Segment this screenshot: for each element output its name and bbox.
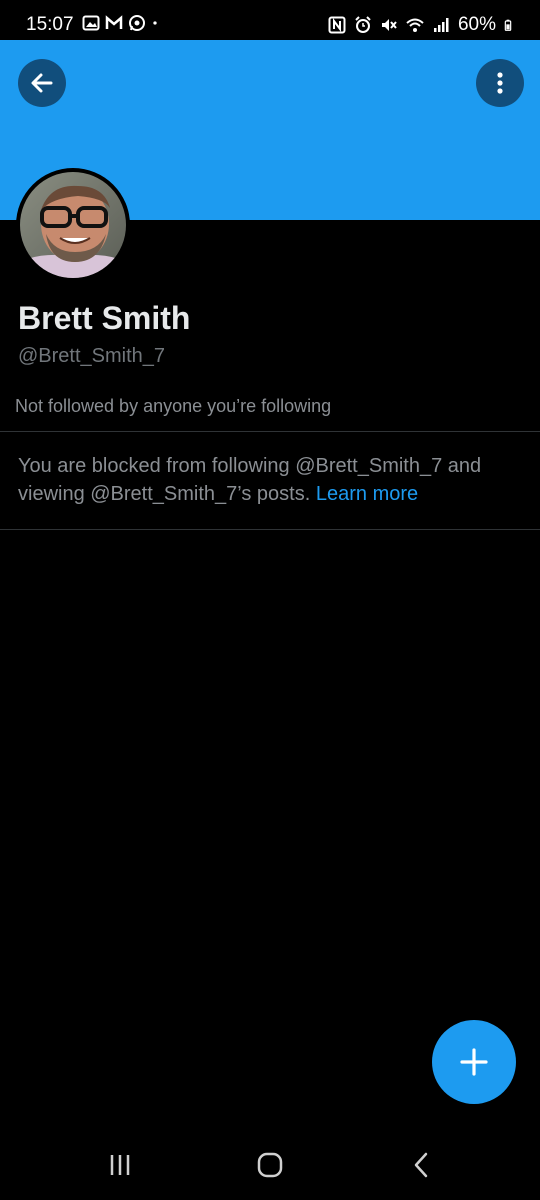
image-icon <box>82 15 100 31</box>
dot-icon <box>153 21 157 25</box>
followers-you-know-note: Not followed by anyone you’re following <box>15 396 332 416</box>
system-nav-bar <box>0 1130 540 1200</box>
profile-name: Brett Smith <box>18 300 191 336</box>
wifi-icon <box>406 18 424 32</box>
battery-percent: 60% <box>457 14 496 35</box>
more-vertical-icon <box>497 72 503 94</box>
status-bar: 15:07 60% <box>0 0 540 40</box>
nav-back-button[interactable] <box>402 1148 442 1182</box>
whatsapp-icon <box>129 15 145 31</box>
status-time: 15:07 <box>26 14 74 35</box>
avatar-frame <box>16 168 130 282</box>
nav-back-icon <box>414 1152 428 1178</box>
battery-icon <box>504 19 512 31</box>
blocked-notice: You are blocked from following @Brett_Sm… <box>18 452 523 508</box>
home-icon <box>257 1152 283 1178</box>
arrow-left-icon <box>31 73 53 93</box>
compose-post-button[interactable] <box>432 1020 516 1104</box>
profile-handle: @Brett_Smith_7 <box>18 345 166 367</box>
back-button[interactable] <box>18 59 66 107</box>
avatar-photo <box>20 172 126 278</box>
mute-icon <box>381 19 397 31</box>
home-button[interactable] <box>250 1148 290 1182</box>
avatar[interactable] <box>20 172 126 278</box>
gmail-icon <box>105 15 123 29</box>
recents-icon <box>110 1155 130 1175</box>
more-options-button[interactable] <box>476 59 524 107</box>
divider <box>0 431 540 432</box>
recents-button[interactable] <box>100 1148 140 1182</box>
plus-icon <box>460 1048 488 1076</box>
alarm-icon <box>355 16 371 33</box>
learn-more-link[interactable]: Learn more <box>316 483 418 505</box>
nfc-icon <box>328 16 346 34</box>
signal-icon <box>433 18 449 32</box>
divider <box>0 529 540 530</box>
